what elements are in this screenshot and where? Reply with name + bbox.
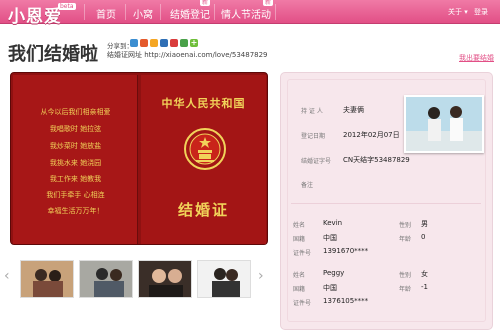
person1-gender-label: 性别 bbox=[399, 222, 412, 229]
person2-age: -1 bbox=[421, 283, 428, 291]
person2-gender: 女 bbox=[421, 270, 428, 278]
person1-age: 0 bbox=[421, 233, 426, 241]
nav-marriage-register[interactable]: 结婚登记 bbox=[170, 6, 210, 21]
person2-id: 1376105**** bbox=[323, 297, 369, 305]
photo-thumb[interactable] bbox=[20, 260, 74, 298]
nav-new-badge: 新 bbox=[263, 0, 274, 6]
person2-age-label: 年龄 bbox=[399, 286, 412, 293]
share-icon-3[interactable] bbox=[150, 39, 158, 47]
nav-separator bbox=[125, 4, 126, 20]
nav-nest[interactable]: 小窝 bbox=[133, 6, 153, 21]
person2-country-label: 国籍 bbox=[293, 286, 306, 293]
date-value: 2012年02月07日 bbox=[343, 131, 400, 139]
person1-id: 1391670**** bbox=[323, 247, 369, 255]
note-label: 备注 bbox=[301, 182, 314, 189]
couple-photo-image bbox=[406, 97, 482, 151]
person1-gender: 男 bbox=[421, 220, 428, 228]
person2-id-label: 证件号 bbox=[293, 300, 312, 307]
person2-name-label: 姓名 bbox=[293, 272, 306, 279]
login-link[interactable]: 登录 bbox=[474, 7, 488, 17]
nav-separator bbox=[84, 4, 85, 20]
share-more-icon[interactable]: + bbox=[190, 39, 198, 47]
about-menu[interactable]: 关于 ▾ bbox=[448, 7, 468, 17]
cover-page: 中华人民共和国 结婚证 bbox=[141, 75, 266, 244]
person1-age-label: 年龄 bbox=[399, 236, 412, 243]
person2-name: Peggy bbox=[323, 269, 345, 277]
page-title: 我们结婚啦 bbox=[8, 44, 98, 65]
nav-home[interactable]: 首页 bbox=[96, 6, 116, 21]
vow-line: 我唱歌时 她拉弦 bbox=[49, 125, 102, 133]
exit-link[interactable]: 我出要结婚 bbox=[459, 53, 494, 63]
couple-photo[interactable] bbox=[404, 95, 484, 153]
chevron-right-icon[interactable]: › bbox=[258, 268, 264, 284]
share-icon-5[interactable] bbox=[170, 39, 178, 47]
cert-number-label: 结婚证字号 bbox=[301, 158, 332, 165]
vow-line: 我们手牵手 心相连 bbox=[46, 191, 105, 199]
holder-label: 持 证 人 bbox=[301, 108, 323, 115]
vow-line: 从今以后我们相亲相爱 bbox=[40, 108, 111, 116]
person1-id-label: 证件号 bbox=[293, 250, 312, 257]
photo-thumb[interactable] bbox=[197, 260, 251, 298]
top-nav-bar: 小恩爱 beta 首页 小窝 结婚登记 新 情人节活动 新 关于 ▾ 登录 bbox=[0, 0, 500, 27]
nav-separator bbox=[275, 4, 276, 20]
share-icon-4[interactable] bbox=[160, 39, 168, 47]
vow-line: 我挑水来 她浇园 bbox=[49, 159, 102, 167]
person1-name: Kevin bbox=[323, 219, 343, 227]
person1-country: 中国 bbox=[323, 234, 337, 242]
certificate-url: 结婚证网址 http://xiaoenai.com/love/53487829 bbox=[107, 51, 268, 59]
nav-new-badge: 新 bbox=[200, 0, 211, 6]
person2-gender-label: 性别 bbox=[399, 272, 412, 279]
share-icon-1[interactable] bbox=[130, 39, 138, 47]
vow-line: 幸福生活万万年！ bbox=[47, 207, 104, 215]
person1-country-label: 国籍 bbox=[293, 236, 306, 243]
photo-thumb[interactable] bbox=[79, 260, 133, 298]
holder-value: 夫妻俩 bbox=[343, 106, 364, 114]
vow-line: 我炒菜时 她放盐 bbox=[49, 142, 102, 150]
nav-separator bbox=[160, 4, 161, 20]
vow-line: 我工作来 她教我 bbox=[49, 175, 102, 183]
beta-badge: beta bbox=[58, 3, 76, 10]
vows-page: 从今以后我们相亲相爱 我唱歌时 她拉弦 我炒菜时 她放盐 我挑水来 她浇园 我工… bbox=[13, 75, 138, 244]
divider bbox=[291, 203, 481, 204]
share-icon-2[interactable] bbox=[140, 39, 148, 47]
photo-thumb[interactable] bbox=[138, 260, 192, 298]
certificate-title: 结婚证 bbox=[177, 201, 229, 219]
app-logo[interactable]: 小恩爱 bbox=[8, 2, 62, 27]
cert-number-value: CN天结字53487829 bbox=[343, 156, 410, 164]
nav-separator bbox=[214, 4, 215, 20]
share-icon-6[interactable] bbox=[180, 39, 188, 47]
chevron-left-icon[interactable]: ‹ bbox=[4, 268, 10, 284]
nav-valentine-event[interactable]: 情人节活动 bbox=[221, 6, 271, 21]
photo-carousel: ‹ › bbox=[0, 250, 270, 300]
person2-country: 中国 bbox=[323, 284, 337, 292]
national-emblem-icon bbox=[184, 128, 226, 170]
date-label: 登记日期 bbox=[301, 133, 326, 140]
marriage-certificate-book: 从今以后我们相亲相爱 我唱歌时 她拉弦 我炒菜时 她放盐 我挑水来 她浇园 我工… bbox=[10, 72, 268, 245]
share-icons: + bbox=[130, 39, 198, 47]
country-title: 中华人民共和国 bbox=[161, 97, 246, 110]
certificate-details-card: 持 证 人 夫妻俩 登记日期 2012年02月07日 结婚证字号 CN天结字53… bbox=[280, 72, 493, 330]
person1-name-label: 姓名 bbox=[293, 222, 306, 229]
